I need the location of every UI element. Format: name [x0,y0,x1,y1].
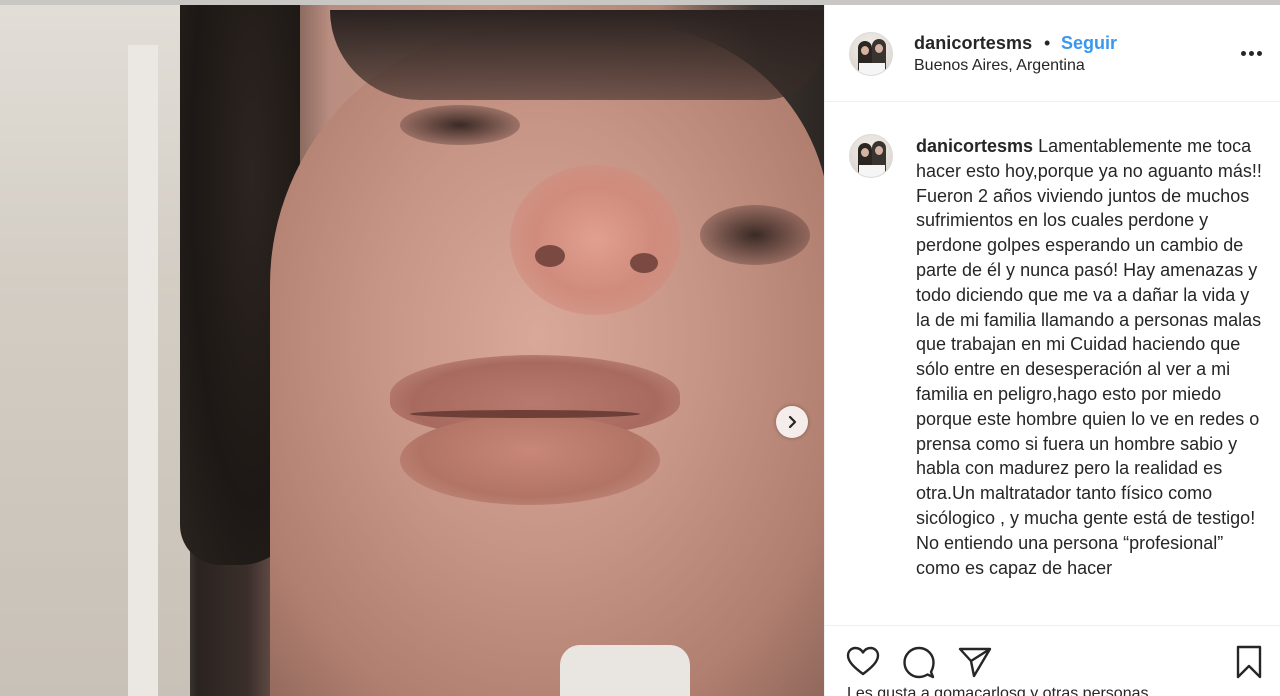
nose [510,165,680,315]
caption-username-link[interactable]: danicortesms [916,136,1033,156]
caption-body: Lamentablemente me toca hacer esto hoy,p… [916,136,1262,578]
more-options-icon[interactable] [1241,43,1265,63]
left-eye [400,105,520,145]
post-header: danicortesms • Seguir Buenos Aires, Arge… [825,5,1280,102]
background-door-edge [128,45,158,696]
author-avatar[interactable] [849,32,893,76]
caption-text-block: danicortesms Lamentablemente me toca hac… [916,134,1266,580]
lower-lip [400,415,660,505]
post-media-image[interactable] [0,5,824,696]
follow-button[interactable]: Seguir [1061,33,1117,54]
location-link[interactable]: Buenos Aires, Argentina [914,57,1085,75]
send-icon[interactable] [957,644,993,680]
comment-icon[interactable] [901,644,937,680]
author-username-link[interactable]: danicortesms [914,33,1032,54]
shirt-collar [560,645,690,696]
right-eye [700,205,810,265]
heart-icon[interactable] [845,644,881,680]
chevron-right-icon [788,415,797,429]
likes-summary[interactable]: Les gusta a gomacarlosg y otras personas [847,685,1149,696]
post-sidebar: danicortesms • Seguir Buenos Aires, Arge… [824,5,1280,696]
next-media-button[interactable] [776,406,808,438]
nostril-right [630,253,658,273]
comments-section[interactable]: danicortesms Lamentablemente me toca hac… [825,103,1280,623]
nostril-left [535,245,565,267]
hair-top [330,10,824,100]
separator-dot: • [1044,33,1051,53]
mouth-line [410,410,640,418]
bookmark-icon[interactable] [1231,644,1267,680]
caption-author-avatar[interactable] [849,134,893,178]
background-wall [0,5,190,696]
